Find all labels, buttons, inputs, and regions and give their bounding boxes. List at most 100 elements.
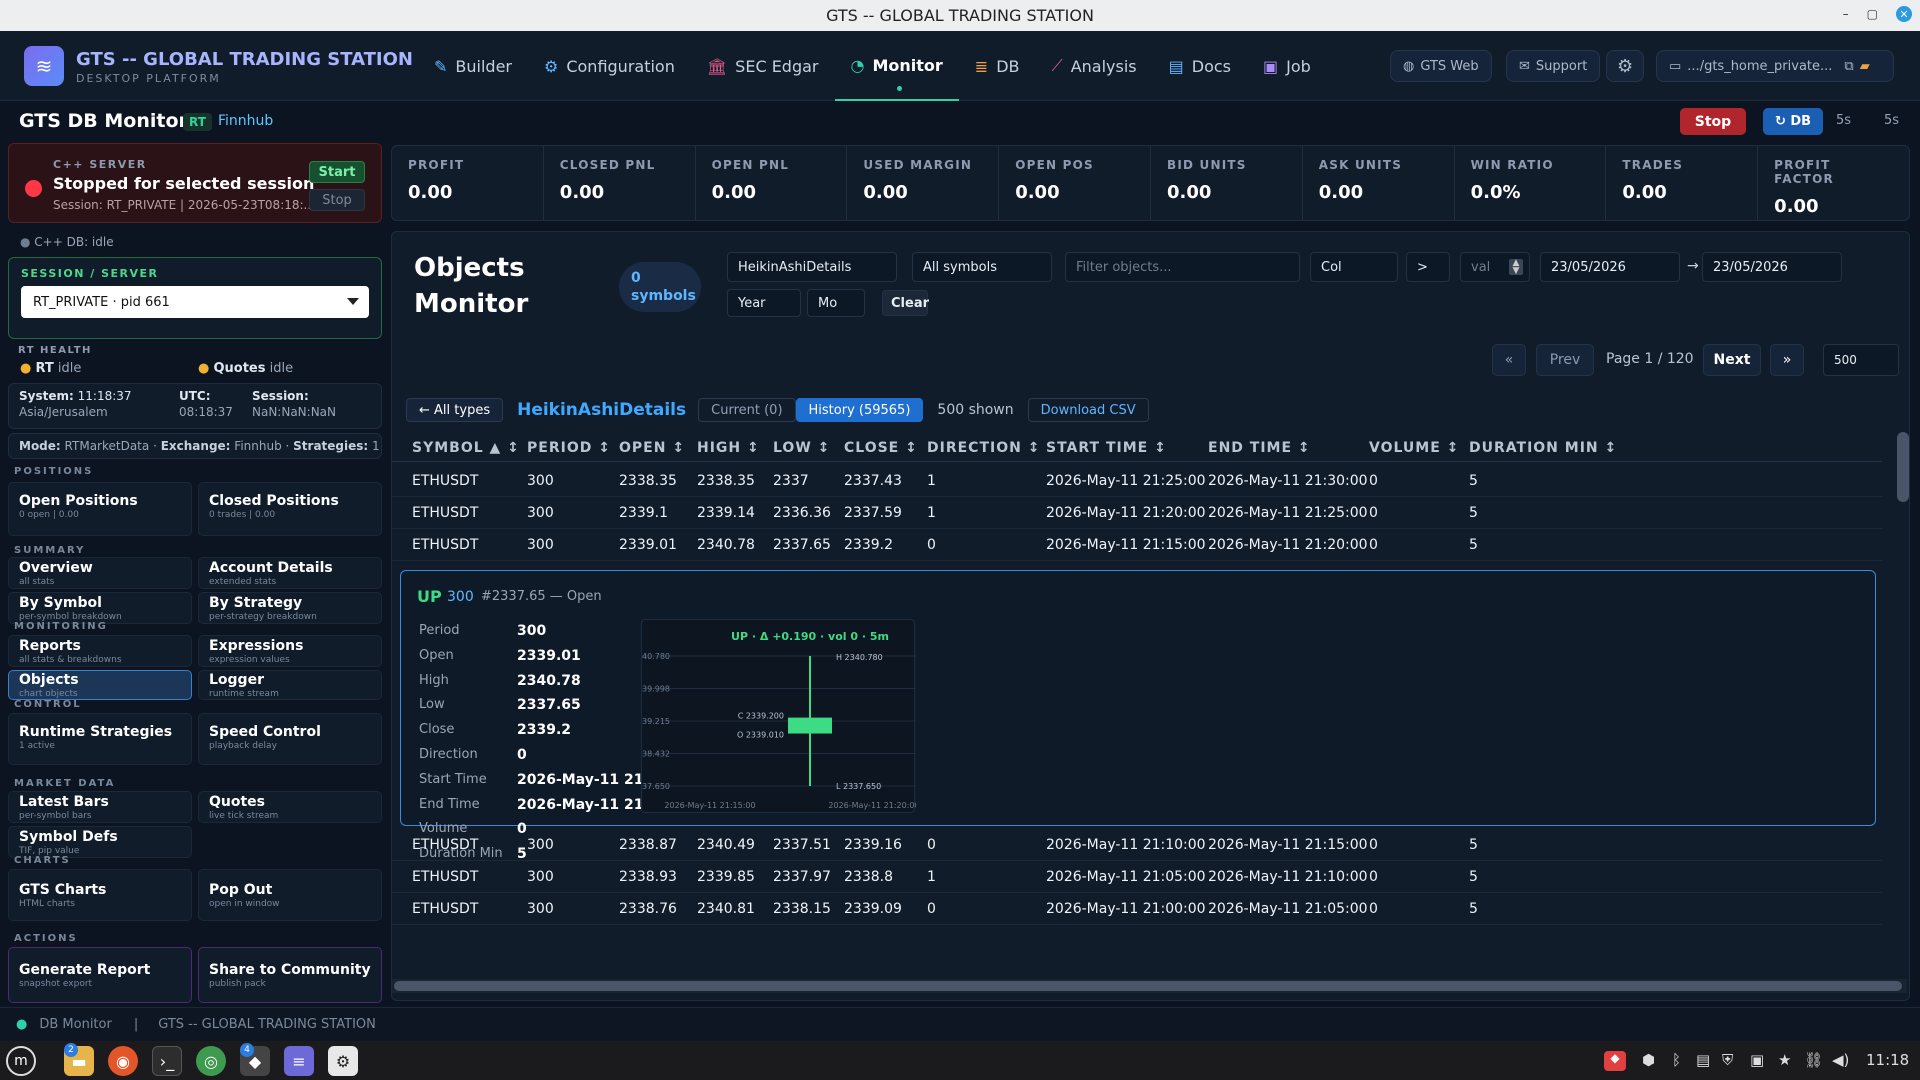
col-symbol[interactable]: SYMBOL ▲ ↕ xyxy=(412,440,520,456)
col-close[interactable]: CLOSE ↕ xyxy=(844,440,918,456)
start-menu-icon[interactable]: m xyxy=(6,1046,36,1076)
settings-button[interactable]: ⚙ xyxy=(1606,50,1644,82)
next-page-button[interactable]: Next xyxy=(1703,344,1761,376)
nav-docs[interactable]: ▤ Docs xyxy=(1153,31,1247,101)
server-stop-button[interactable]: Stop xyxy=(309,189,365,211)
clear-button[interactable]: Clear xyxy=(882,290,929,316)
nav-builder[interactable]: ✎ Builder xyxy=(418,31,528,101)
generate-report-button[interactable]: Generate Report snapshot export xyxy=(8,947,192,1003)
shield-icon[interactable]: ⛨ xyxy=(1722,1051,1733,1069)
server-start-button[interactable]: Start xyxy=(309,161,365,183)
col-duration[interactable]: DURATION MIN ↕ xyxy=(1469,440,1617,456)
tile-pop-out[interactable]: Pop Out open in window xyxy=(198,869,382,921)
gts-app-icon[interactable]: ⚙ xyxy=(328,1046,358,1076)
scroll-thumb[interactable] xyxy=(1897,432,1909,502)
terminal-icon[interactable]: ›_ xyxy=(152,1046,182,1076)
value-input[interactable]: val ▲ ▼ xyxy=(1460,252,1530,282)
nav-monitor[interactable]: ◔ Monitor xyxy=(834,31,959,101)
nav-configuration[interactable]: ⚙ Configuration xyxy=(528,31,691,101)
year-select[interactable]: Year xyxy=(727,289,801,317)
chrome-icon[interactable]: ◎ xyxy=(196,1046,226,1076)
col-volume[interactable]: VOLUME ↕ xyxy=(1369,440,1459,456)
stop-button[interactable]: Stop xyxy=(1680,108,1746,135)
col-start-time[interactable]: START TIME ↕ xyxy=(1046,440,1167,456)
tile-speed-control[interactable]: Speed Control playback delay xyxy=(198,713,382,765)
refresh-interval-2[interactable]: 5s xyxy=(1884,113,1899,128)
col-high[interactable]: HIGH ↕ xyxy=(697,440,760,456)
support-button[interactable]: ✉ Support xyxy=(1506,50,1601,82)
table-row[interactable]: ETHUSDT 300 2338.87 2340.49 2337.51 2339.16 0 2… xyxy=(392,829,1882,861)
nav-sec-edgar[interactable]: 🏛 SEC Edgar xyxy=(691,31,835,101)
refresh-interval-1[interactable]: 5s xyxy=(1836,113,1851,128)
date-from-input[interactable]: 23/05/2026 xyxy=(1540,252,1680,282)
clipboard-icon[interactable]: ▤ xyxy=(1696,1051,1710,1069)
tile-overview[interactable]: Overview all stats xyxy=(8,557,192,589)
tile-reports[interactable]: Reports all stats & breakdowns xyxy=(8,635,192,667)
table-row[interactable]: ETHUSDT 300 2338.76 2340.81 2338.15 2339.09 0 2… xyxy=(392,893,1882,925)
text-editor-icon[interactable]: ≡ xyxy=(284,1046,314,1076)
clock[interactable]: 11:18 xyxy=(1866,1051,1909,1069)
tile-by-symbol[interactable]: By Symbol per-symbol breakdown xyxy=(8,592,192,624)
tab-history[interactable]: History (59565) xyxy=(795,398,924,422)
page-size-input[interactable]: 500 xyxy=(1823,344,1899,376)
table-row[interactable]: ETHUSDT 300 2338.35 2338.35 2337 2337.43 1 2026… xyxy=(392,465,1882,497)
table-row[interactable]: ETHUSDT 300 2339.01 2340.78 2337.65 2339.2 0 20… xyxy=(392,529,1882,561)
first-page-button[interactable]: « xyxy=(1492,344,1526,376)
session-select[interactable]: RT_PRIVATE · pid 661 xyxy=(21,286,369,318)
tile-symbol-defs[interactable]: Symbol Defs TIF, pip value xyxy=(8,826,192,858)
notes-icon[interactable]: ▣ xyxy=(1750,1051,1764,1069)
stepper-icon[interactable]: ▲ ▼ xyxy=(1509,259,1523,276)
prev-page-button[interactable]: Prev xyxy=(1536,344,1594,376)
bluetooth-icon[interactable]: ᛒ xyxy=(1672,1051,1681,1069)
gts-web-button[interactable]: ◍ GTS Web xyxy=(1390,50,1492,82)
tile-gts-charts[interactable]: GTS Charts HTML charts xyxy=(8,869,192,921)
folder-open-icon[interactable]: ▰ xyxy=(1860,59,1870,74)
tile-logger[interactable]: Logger runtime stream xyxy=(198,670,382,700)
share-community-button[interactable]: Share to Community publish pack xyxy=(198,947,382,1003)
maximize-icon[interactable]: ▢ xyxy=(1867,7,1878,21)
tile-expressions[interactable]: Expressions expression values xyxy=(198,635,382,667)
object-type-select[interactable]: HeikinAshiDetails xyxy=(727,252,897,282)
nav-job[interactable]: ▣ Job xyxy=(1247,31,1327,101)
network-icon[interactable]: ⛓ xyxy=(1804,1051,1823,1069)
date-to-input[interactable]: 23/05/2026 xyxy=(1702,252,1842,282)
close-icon[interactable]: ✕ xyxy=(1896,6,1912,22)
tile-open-positions[interactable]: Open Positions 0 open | 0.00 xyxy=(8,482,192,536)
star-icon[interactable]: ★ xyxy=(1778,1051,1791,1069)
nav-db[interactable]: ≣ DB xyxy=(959,31,1036,101)
db-refresh-button[interactable]: ↻ DB xyxy=(1763,108,1823,135)
horizontal-scrollbar[interactable] xyxy=(392,979,1907,993)
table-row[interactable]: ETHUSDT 300 2339.1 2339.14 2336.36 2337.59 1 20… xyxy=(392,497,1882,529)
minimize-icon[interactable]: – xyxy=(1843,7,1849,21)
package-icon[interactable]: ⬢ xyxy=(1642,1051,1655,1069)
col-period[interactable]: PERIOD ↕ xyxy=(527,440,611,456)
column-select[interactable]: Col xyxy=(1310,252,1398,282)
volume-icon[interactable]: ◀) xyxy=(1832,1051,1849,1069)
scroll-thumb[interactable] xyxy=(394,981,1902,991)
col-end-time[interactable]: END TIME ↕ xyxy=(1208,440,1311,456)
tile-quotes[interactable]: Quotes live tick stream xyxy=(198,791,382,823)
vertical-scrollbar[interactable] xyxy=(1897,432,1909,992)
tile-closed-positions[interactable]: Closed Positions 0 trades | 0.00 xyxy=(198,482,382,536)
col-direction[interactable]: DIRECTION ↕ xyxy=(927,440,1040,456)
tile-by-strategy[interactable]: By Strategy per-strategy breakdown xyxy=(198,592,382,624)
tile-account-details[interactable]: Account Details extended stats xyxy=(198,557,382,589)
home-path-selector[interactable]: ▭ .../gts_home_private... ⧉ ▰ xyxy=(1656,50,1894,82)
symbol-select[interactable]: All symbols xyxy=(912,252,1052,282)
all-types-button[interactable]: ← All types xyxy=(406,398,504,422)
anydesk-icon[interactable]: ◆ xyxy=(1604,1051,1626,1071)
col-low[interactable]: LOW ↕ xyxy=(773,440,830,456)
table-row[interactable]: ETHUSDT 300 2338.93 2339.85 2337.97 2338.8 1 20… xyxy=(392,861,1882,893)
month-select[interactable]: Mo xyxy=(807,289,865,317)
tile-runtime-strategies[interactable]: Runtime Strategies 1 active xyxy=(8,713,192,765)
last-page-button[interactable]: » xyxy=(1770,344,1804,376)
operator-select[interactable]: > xyxy=(1406,252,1450,282)
copy-icon[interactable]: ⧉ xyxy=(1844,59,1853,74)
tile-objects[interactable]: Objects chart objects xyxy=(8,670,192,700)
download-csv-button[interactable]: Download CSV xyxy=(1027,398,1149,422)
col-open[interactable]: OPEN ↕ xyxy=(619,440,685,456)
tile-latest-bars[interactable]: Latest Bars per-symbol bars xyxy=(8,791,192,823)
tab-current[interactable]: Current (0) xyxy=(698,398,796,422)
firefox-icon[interactable]: ◉ xyxy=(108,1046,138,1076)
filter-objects-input[interactable]: Filter objects... xyxy=(1065,252,1300,282)
